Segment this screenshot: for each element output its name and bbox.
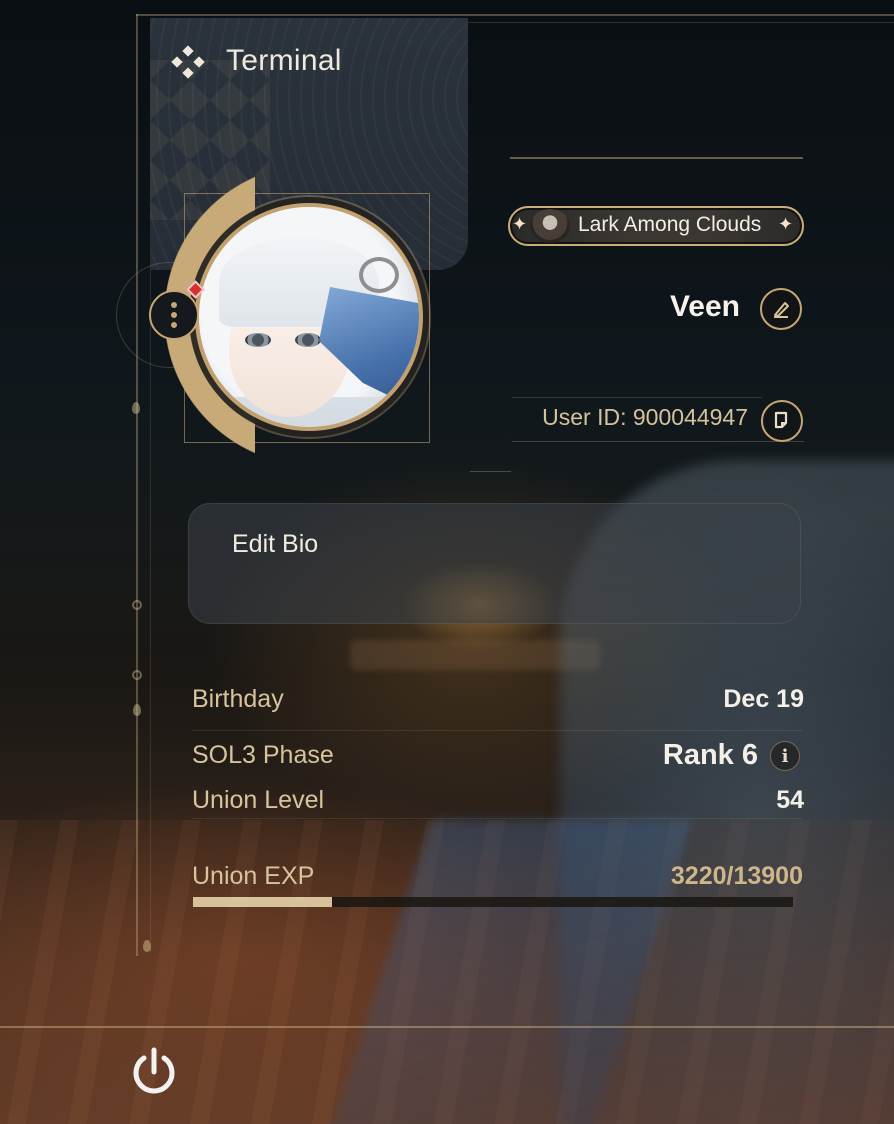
copy-icon bbox=[774, 411, 788, 429]
edit-name-button[interactable] bbox=[760, 288, 802, 330]
divider-line bbox=[512, 441, 804, 442]
title-chip-label[interactable]: Lark Among Clouds bbox=[578, 213, 761, 237]
birthday-label: Birthday bbox=[192, 685, 284, 713]
union-exp-progress-fill bbox=[193, 897, 332, 907]
divider-line bbox=[512, 397, 762, 398]
stat-divider bbox=[192, 730, 802, 731]
union-exp-progress-bar bbox=[193, 897, 793, 907]
frame-drop-ornament bbox=[143, 940, 151, 952]
more-vertical-icon bbox=[171, 302, 177, 308]
bio-box[interactable] bbox=[188, 503, 801, 624]
page-title: Terminal bbox=[226, 44, 342, 77]
copy-id-button[interactable] bbox=[761, 400, 803, 442]
info-icon[interactable]: i bbox=[770, 741, 800, 771]
avatar-menu-button[interactable] bbox=[149, 290, 199, 340]
frame-left-line bbox=[136, 14, 138, 956]
avatar-hair-ornament bbox=[359, 257, 399, 293]
union-level-label: Union Level bbox=[192, 786, 325, 814]
frame-drop-ornament bbox=[132, 402, 140, 414]
avatar-eye bbox=[245, 333, 271, 347]
frame-ring-ornament bbox=[132, 670, 142, 680]
terminal-diamond-icon bbox=[171, 45, 205, 79]
frame-drop-ornament bbox=[133, 704, 141, 716]
sparkle-icon: ✦ bbox=[512, 214, 528, 234]
power-icon[interactable] bbox=[126, 1044, 182, 1100]
avatar[interactable] bbox=[195, 203, 423, 431]
union-level-value: 54 bbox=[776, 786, 804, 814]
sol3-phase-value: Rank 6 bbox=[662, 739, 758, 771]
frame-top-line bbox=[136, 14, 894, 16]
user-name: Veen bbox=[669, 290, 740, 323]
union-exp-label: Union EXP bbox=[192, 862, 315, 890]
union-exp-value: 3220/13900 bbox=[670, 862, 803, 890]
footer-divider bbox=[0, 1026, 894, 1028]
more-vertical-icon bbox=[171, 322, 177, 328]
stat-divider bbox=[192, 818, 802, 819]
title-chip-portrait bbox=[530, 209, 570, 243]
more-vertical-icon bbox=[171, 312, 177, 318]
avatar-eye bbox=[295, 333, 321, 347]
divider-line bbox=[510, 157, 803, 159]
frame-ring-ornament bbox=[132, 600, 142, 610]
pencil-icon bbox=[774, 302, 789, 318]
sol3-phase-label: SOL3 Phase bbox=[192, 741, 334, 769]
birthday-value: Dec 19 bbox=[723, 685, 804, 713]
sparkle-icon: ✦ bbox=[778, 214, 794, 234]
divider-line bbox=[470, 471, 511, 472]
user-id: User ID: 900044947 bbox=[542, 404, 748, 430]
edit-bio-label[interactable]: Edit Bio bbox=[232, 530, 318, 559]
